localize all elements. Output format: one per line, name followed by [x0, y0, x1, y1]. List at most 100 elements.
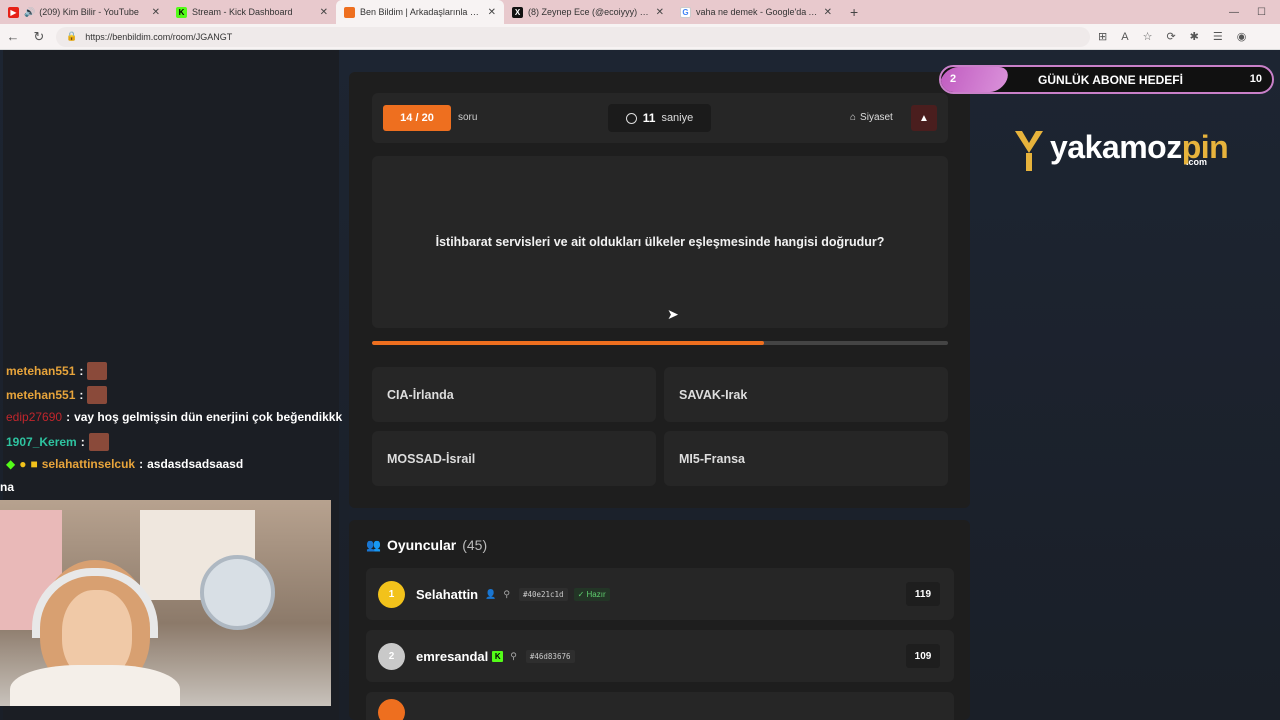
chat-separator: : [66, 410, 71, 424]
chat-separator: : [79, 388, 84, 402]
warning-icon: ▲ [919, 112, 929, 124]
answer-label: MI5-Fransa [679, 451, 745, 466]
chat-username: selahattinselcuk [41, 457, 136, 471]
ready-text: Hazır [586, 589, 606, 599]
timer-unit: saniye [661, 112, 694, 124]
rank-badge [378, 698, 405, 720]
player-id: #40e21c1d [518, 587, 568, 601]
back-icon[interactable]: ← [0, 29, 26, 44]
minimize-icon[interactable]: — [1229, 7, 1239, 18]
tab-benbildim[interactable]: Ben Bildim | Arkadaşlarınla Online ✕ [336, 0, 504, 24]
chat-separator: : [80, 435, 85, 449]
answer-option-a[interactable]: CIA-İrlanda [372, 367, 656, 422]
answer-option-d[interactable]: MI5-Fransa [664, 431, 948, 486]
category-badge: ⌂ Siyaset [850, 112, 893, 123]
ready-badge: ✓ Hazır [573, 587, 610, 601]
webcam-fan [200, 555, 275, 630]
badge-icon: ■ [30, 457, 38, 471]
mouse-cursor-icon: ➤ [667, 306, 679, 322]
add-friend-icon[interactable]: ⚲ [510, 651, 517, 662]
category-label: Siyaset [860, 112, 893, 123]
question-counter: 14 / 20 [383, 105, 451, 131]
kick-icon: K [176, 6, 187, 18]
chat-message: 1907_Kerem : [6, 433, 109, 451]
tab-title: Ben Bildim | Arkadaşlarınla Online [360, 7, 482, 17]
chat-message: ◆ ● ■ selahattinselcuk : asdasdsadsaasd [6, 457, 243, 471]
close-icon[interactable]: ✕ [488, 7, 496, 18]
refresh-page-icon[interactable]: ⟳ [1166, 30, 1175, 43]
add-friend-icon[interactable]: ⚲ [503, 589, 510, 600]
close-icon[interactable]: ✕ [320, 7, 328, 18]
chat-text: vay hoş gelmişsin dün enerjini çok beğen… [74, 410, 343, 424]
answer-label: CIA-İrlanda [387, 387, 454, 402]
read-aloud-icon[interactable]: A [1121, 31, 1128, 43]
window-controls: — ☐ [1229, 0, 1280, 24]
tab-title: (209) Kim Bilir - YouTube [39, 7, 139, 17]
question-box: İstihbarat servisleri ve ait oldukları ü… [372, 156, 948, 328]
emote-icon [87, 362, 108, 380]
close-icon[interactable]: ✕ [656, 7, 664, 18]
player-score: 109 [906, 644, 940, 668]
tab-title: vaha ne demek - Google'da Ara [696, 7, 818, 17]
x-logo-icon: X [512, 6, 523, 18]
browser-toolbar: ⊞ A ☆ ⟳ ✱ ☰ ◉ [1098, 30, 1247, 44]
chat-message: edip27690 : vay hoş gelmişsin dün enerji… [6, 410, 342, 424]
extensions-icon[interactable]: ✱ [1190, 30, 1199, 43]
google-icon: G [680, 6, 691, 18]
tab-google[interactable]: G vaha ne demek - Google'da Ara ✕ [672, 0, 840, 24]
player-score: 119 [906, 582, 940, 606]
new-tab-icon[interactable]: + [850, 4, 858, 20]
goal-total: 10 [1249, 73, 1262, 85]
url-text: https://benbildim.com/room/JGANGT [85, 31, 233, 42]
answer-label: SAVAK-Irak [679, 387, 748, 402]
tab-youtube[interactable]: ▶ 🔊 (209) Kim Bilir - YouTube ✕ [0, 0, 168, 24]
favorite-star-icon[interactable]: ☆ [1143, 30, 1153, 43]
players-count: (45) [462, 537, 488, 553]
profile-icon[interactable]: ◉ [1237, 30, 1247, 43]
logo-suffix: .com [1186, 157, 1208, 167]
clock-icon [625, 112, 637, 124]
question-progress-bar [372, 341, 948, 345]
subscriber-goal-bar: 2 GÜNLÜK ABONE HEDEFİ 10 [939, 65, 1274, 94]
chat-message: metehan551 : [6, 362, 108, 380]
timer-value: 11 [642, 111, 656, 125]
chat-text: na [0, 480, 15, 494]
apps-icon[interactable]: ⊞ [1098, 30, 1107, 43]
chat-separator: : [139, 457, 144, 471]
yakamozpin-logo: yakamozpin .com [1012, 125, 1229, 175]
emote-icon [88, 433, 109, 451]
emote-icon [87, 386, 108, 404]
chat-username: 1907_Kerem [6, 435, 77, 449]
tab-kick[interactable]: K Stream - Kick Dashboard ✕ [168, 0, 336, 24]
collections-icon[interactable]: ☰ [1213, 30, 1223, 43]
report-button[interactable]: ▲ [911, 105, 937, 131]
lock-icon: 🔒 [66, 31, 78, 41]
answer-label: MOSSAD-İsrail [387, 451, 476, 466]
speaker-icon[interactable]: 🔊 [24, 7, 35, 18]
question-progress-fill [372, 341, 764, 345]
player-name: Selahattin [416, 586, 479, 602]
yakamoz-emblem-icon [1015, 131, 1043, 171]
tab-x[interactable]: X (8) Zeynep Ece (@ecoiyyy) / X ✕ [504, 0, 672, 24]
player-row: 1 Selahattin 👤 ⚲ #40e21c1d ✓ Hazır 119 [366, 568, 954, 620]
users-icon: 👥 [366, 538, 381, 552]
rank-badge: 1 [378, 580, 405, 608]
chat-separator: : [79, 364, 84, 378]
close-icon[interactable]: ✕ [152, 7, 160, 18]
answer-option-c[interactable]: MOSSAD-İsrail [372, 431, 656, 486]
close-icon[interactable]: ✕ [824, 7, 832, 18]
chat-message: na [0, 480, 14, 494]
chat-username: edip27690 [6, 410, 63, 424]
reload-icon[interactable]: ↻ [26, 29, 52, 45]
address-bar-row: ← ↻ 🔒 https://benbildim.com/room/JGANGT … [0, 24, 1280, 50]
timer: 11 saniye [608, 104, 711, 132]
player-name: emresandal [416, 648, 489, 664]
players-title: 👥 Oyuncular (45) [366, 537, 487, 553]
players-title-text: Oyuncular [386, 537, 457, 553]
badge-icon: ● [19, 457, 27, 471]
answer-option-b[interactable]: SAVAK-Irak [664, 367, 948, 422]
url-field[interactable]: 🔒 https://benbildim.com/room/JGANGT [56, 26, 1090, 47]
player-row: 2 emresandal K ⚲ #46d83676 109 [366, 630, 954, 682]
maximize-icon[interactable]: ☐ [1257, 7, 1266, 18]
question-text: İstihbarat servisleri ve ait oldukları ü… [435, 235, 885, 249]
